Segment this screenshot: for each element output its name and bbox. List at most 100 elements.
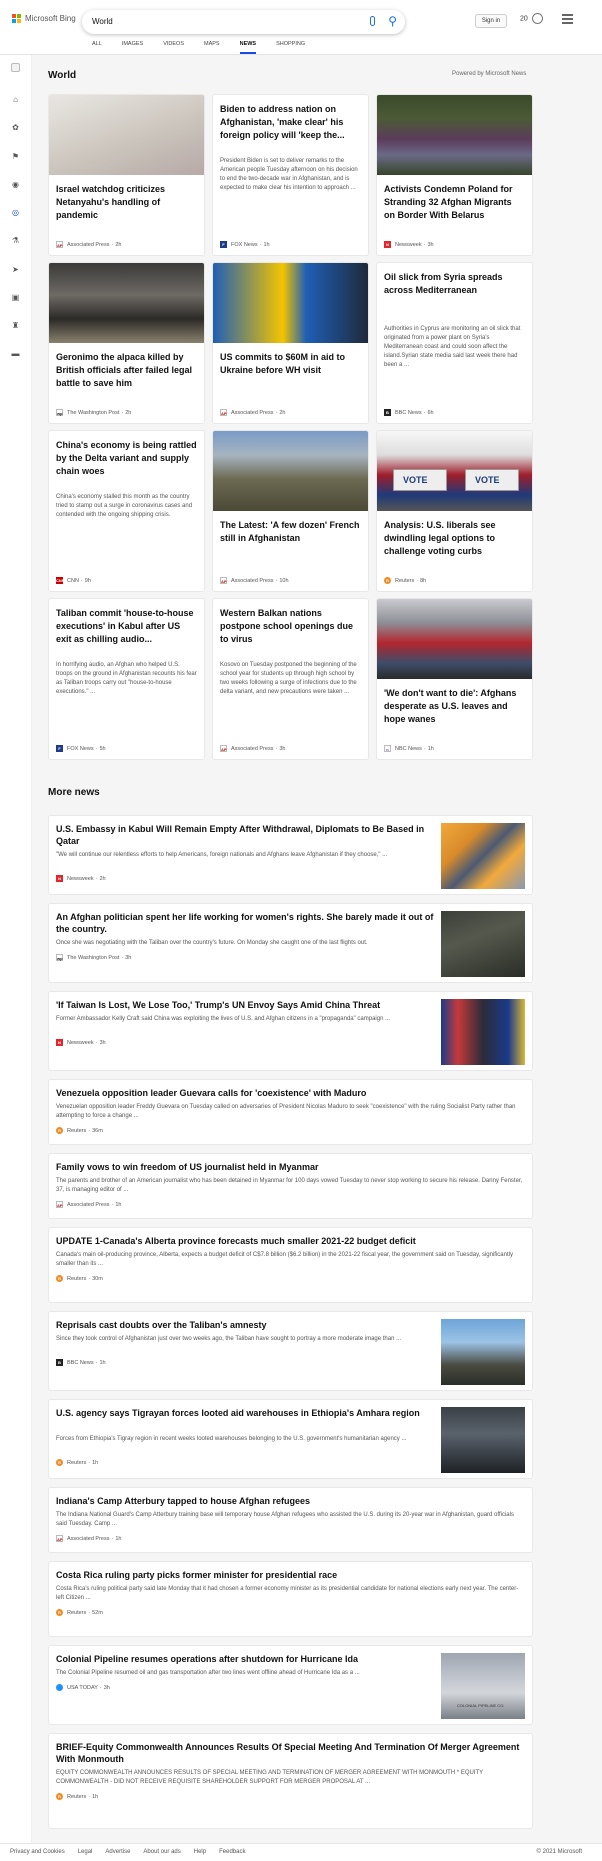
source-name[interactable]: BBC News bbox=[395, 410, 422, 416]
news-card[interactable]: Taliban commit 'house-to-house execution… bbox=[48, 598, 205, 760]
news-card[interactable]: Western Balkan nations postpone school o… bbox=[212, 598, 369, 760]
entertainment-icon[interactable]: ▣ bbox=[11, 293, 20, 302]
source-name[interactable]: BBC News bbox=[67, 1360, 94, 1366]
news-card[interactable]: Biden to address nation on Afghanistan, … bbox=[212, 94, 369, 256]
news-card-title[interactable]: 'We don't want to die': Afghans desperat… bbox=[384, 687, 525, 726]
source-name[interactable]: Newsweek bbox=[67, 1040, 94, 1046]
source-name[interactable]: Reuters bbox=[395, 578, 414, 584]
news-card-title[interactable]: Taliban commit 'house-to-house execution… bbox=[56, 607, 197, 646]
source-name[interactable]: FOX News bbox=[67, 746, 94, 752]
news-card-image[interactable] bbox=[213, 263, 368, 343]
flag-icon[interactable]: ⚑ bbox=[11, 152, 20, 161]
more-news-title[interactable]: UPDATE 1-Canada's Alberta province forec… bbox=[56, 1235, 524, 1247]
more-news-item[interactable]: Colonial Pipeline resumes operations aft… bbox=[48, 1645, 533, 1725]
source-name[interactable]: Newsweek bbox=[67, 876, 94, 882]
source-name[interactable]: Associated Press bbox=[67, 1536, 110, 1542]
news-card[interactable]: The Latest: 'A few dozen' French still i… bbox=[212, 430, 369, 592]
more-news-thumbnail[interactable] bbox=[441, 823, 525, 889]
news-card-title[interactable]: Activists Condemn Poland for Stranding 3… bbox=[384, 183, 525, 222]
more-news-title[interactable]: Costa Rica ruling party picks former min… bbox=[56, 1569, 524, 1581]
more-news-title[interactable]: An Afghan politician spent her life work… bbox=[56, 911, 436, 935]
news-card[interactable]: US commits to $60M in aid to Ukraine bef… bbox=[212, 262, 369, 424]
source-name[interactable]: Reuters bbox=[67, 1276, 86, 1282]
politics-icon[interactable]: ♜ bbox=[11, 321, 20, 330]
news-card-title[interactable]: US commits to $60M in aid to Ukraine bef… bbox=[220, 351, 361, 377]
source-name[interactable]: Associated Press bbox=[67, 1202, 110, 1208]
sign-in-button[interactable]: Sign in bbox=[475, 14, 507, 28]
more-news-title[interactable]: Reprisals cast doubts over the Taliban's… bbox=[56, 1319, 436, 1331]
rewards-button[interactable]: 20 bbox=[520, 13, 543, 24]
source-name[interactable]: NBC News bbox=[395, 746, 422, 752]
news-card[interactable]: Activists Condemn Poland for Stranding 3… bbox=[376, 94, 533, 256]
footer-link[interactable]: Help bbox=[194, 1849, 206, 1855]
more-news-title[interactable]: Indiana's Camp Atterbury tapped to house… bbox=[56, 1495, 524, 1507]
more-news-title[interactable]: U.S. agency says Tigrayan forces looted … bbox=[56, 1407, 436, 1419]
source-name[interactable]: Associated Press bbox=[231, 410, 274, 416]
collapse-rail-icon[interactable] bbox=[11, 63, 20, 72]
news-card[interactable]: VOTE VOTE Analysis: U.S. liberals see dwin… bbox=[376, 430, 533, 592]
tab-images[interactable]: IMAGES bbox=[122, 41, 143, 54]
more-news-title[interactable]: U.S. Embassy in Kabul Will Remain Empty … bbox=[56, 823, 436, 847]
more-news-title[interactable]: Colonial Pipeline resumes operations aft… bbox=[56, 1653, 436, 1665]
news-card-image[interactable] bbox=[49, 263, 204, 343]
more-news-item[interactable]: UPDATE 1-Canada's Alberta province forec… bbox=[48, 1227, 533, 1303]
source-name[interactable]: Associated Press bbox=[231, 746, 274, 752]
more-news-thumbnail[interactable] bbox=[441, 1319, 525, 1385]
news-card[interactable]: Oil slick from Syria spreads across Medi… bbox=[376, 262, 533, 424]
news-card-title[interactable]: Western Balkan nations postpone school o… bbox=[220, 607, 361, 646]
source-name[interactable]: Associated Press bbox=[231, 578, 274, 584]
search-box[interactable]: World ⚲ bbox=[82, 10, 405, 34]
footer-link[interactable]: Advertise bbox=[105, 1849, 130, 1855]
more-news-thumbnail[interactable] bbox=[441, 911, 525, 977]
microphone-icon[interactable] bbox=[370, 16, 375, 26]
source-name[interactable]: Reuters bbox=[67, 1794, 86, 1800]
news-card[interactable]: China's economy is being rattled by the … bbox=[48, 430, 205, 592]
source-name[interactable]: Reuters bbox=[67, 1610, 86, 1616]
news-card-image[interactable]: VOTE VOTE bbox=[377, 431, 532, 511]
source-name[interactable]: Reuters bbox=[67, 1128, 86, 1134]
news-card-title[interactable]: Biden to address nation on Afghanistan, … bbox=[220, 103, 361, 142]
more-news-thumbnail[interactable] bbox=[441, 999, 525, 1065]
news-card-title[interactable]: The Latest: 'A few dozen' French still i… bbox=[220, 519, 361, 545]
more-news-title[interactable]: BRIEF-Equity Commonwealth Announces Resu… bbox=[56, 1741, 524, 1765]
news-card-image[interactable] bbox=[377, 599, 532, 679]
more-news-item[interactable]: Indiana's Camp Atterbury tapped to house… bbox=[48, 1487, 533, 1553]
footer-link[interactable]: Legal bbox=[78, 1849, 93, 1855]
news-card-title[interactable]: China's economy is being rattled by the … bbox=[56, 439, 197, 478]
source-name[interactable]: The Washington Post bbox=[67, 955, 119, 961]
news-card[interactable]: 'We don't want to die': Afghans desperat… bbox=[376, 598, 533, 760]
tab-news[interactable]: NEWS bbox=[239, 41, 256, 54]
source-name[interactable]: Reuters bbox=[67, 1460, 86, 1466]
money-icon[interactable]: ▬ bbox=[11, 349, 20, 358]
more-news-item[interactable]: BRIEF-Equity Commonwealth Announces Resu… bbox=[48, 1733, 533, 1829]
more-news-title[interactable]: 'If Taiwan Is Lost, We Lose Too,' Trump'… bbox=[56, 999, 436, 1011]
news-card-title[interactable]: Israel watchdog criticizes Netanyahu's h… bbox=[56, 183, 197, 222]
source-name[interactable]: USA TODAY bbox=[67, 1685, 98, 1691]
more-news-item[interactable]: An Afghan politician spent her life work… bbox=[48, 903, 533, 983]
more-news-item[interactable]: U.S. Embassy in Kabul Will Remain Empty … bbox=[48, 815, 533, 895]
more-news-thumbnail[interactable]: COLONIAL PIPELINE CO. bbox=[441, 1653, 525, 1719]
search-icon[interactable]: ⚲ bbox=[388, 14, 397, 28]
news-card-image[interactable] bbox=[49, 95, 204, 175]
tab-shopping[interactable]: SHOPPING bbox=[276, 41, 305, 54]
footer-link[interactable]: Feedback bbox=[219, 1849, 245, 1855]
coronavirus-icon[interactable]: ✿ bbox=[11, 123, 20, 132]
more-news-title[interactable]: Venezuela opposition leader Guevara call… bbox=[56, 1087, 524, 1099]
source-name[interactable]: CNN bbox=[67, 578, 79, 584]
more-news-title[interactable]: Family vows to win freedom of US journal… bbox=[56, 1161, 524, 1173]
source-name[interactable]: The Washington Post bbox=[67, 410, 119, 416]
news-card-title[interactable]: Analysis: U.S. liberals see dwindling le… bbox=[384, 519, 525, 558]
news-card-title[interactable]: Geronimo the alpaca killed by British of… bbox=[56, 351, 197, 390]
rocket-icon[interactable]: ➤ bbox=[11, 265, 20, 274]
bing-logo[interactable]: Microsoft Bing bbox=[12, 14, 76, 23]
more-news-thumbnail[interactable] bbox=[441, 1407, 525, 1473]
science-icon[interactable]: ⚗ bbox=[11, 236, 20, 245]
location-icon[interactable]: ◉ bbox=[11, 180, 20, 189]
news-card-image[interactable] bbox=[377, 95, 532, 175]
source-name[interactable]: Newsweek bbox=[395, 242, 422, 248]
source-name[interactable]: FOX News bbox=[231, 242, 258, 248]
tab-videos[interactable]: VIDEOS bbox=[163, 41, 184, 54]
source-name[interactable]: Associated Press bbox=[67, 242, 110, 248]
more-news-item[interactable]: Costa Rica ruling party picks former min… bbox=[48, 1561, 533, 1637]
tab-all[interactable]: ALL bbox=[92, 41, 102, 54]
